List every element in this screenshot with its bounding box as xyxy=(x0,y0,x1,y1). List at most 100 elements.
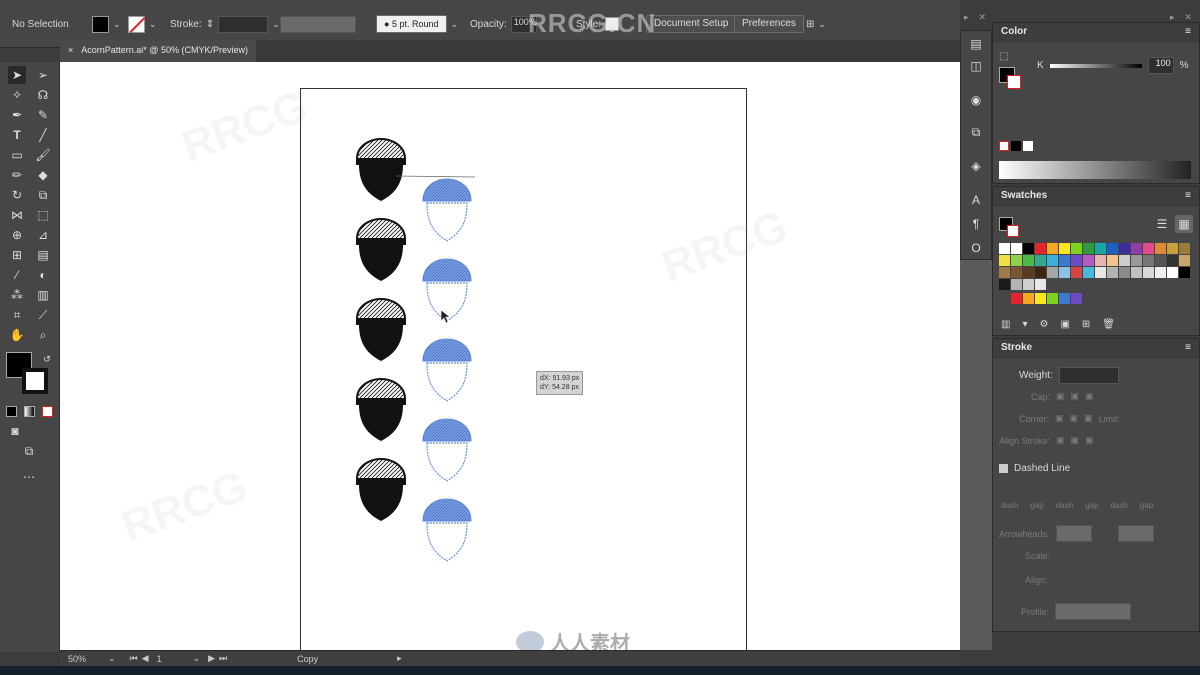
acorn-blue-4[interactable] xyxy=(422,418,472,482)
swatch-chip[interactable] xyxy=(1167,267,1178,278)
magic-wand-tool-icon[interactable]: ✧ xyxy=(8,86,26,104)
chevron-down-icon[interactable]: ⌄ xyxy=(818,19,826,30)
paragraph-panel-icon[interactable]: ¶ xyxy=(967,215,985,233)
artboard-number[interactable]: 1 xyxy=(157,654,193,664)
acorn-blue-5[interactable] xyxy=(422,498,472,562)
hand-tool-icon[interactable]: ✋ xyxy=(8,326,26,344)
close-icon[interactable]: ✕ xyxy=(1185,12,1193,23)
swatch-chip[interactable] xyxy=(1047,293,1058,304)
chevron-down-icon[interactable]: ⌄ xyxy=(272,19,280,30)
stroke-swatch[interactable] xyxy=(128,15,145,33)
swatch-chip[interactable] xyxy=(1035,243,1046,254)
none-mode-icon[interactable] xyxy=(42,406,53,417)
opentype-panel-icon[interactable]: O xyxy=(967,239,985,257)
swatch-chip[interactable] xyxy=(1059,293,1070,304)
swatch-chip[interactable] xyxy=(1059,267,1070,278)
swatch-chip[interactable] xyxy=(1071,267,1082,278)
swatch-chip[interactable] xyxy=(1155,267,1166,278)
swap-colors-icon[interactable]: ↺ xyxy=(38,350,56,368)
variable-width-field[interactable] xyxy=(280,15,356,33)
slice-tool-icon[interactable]: ⟋ xyxy=(34,306,52,324)
swatch-chip[interactable] xyxy=(1071,255,1082,266)
swatch-chip[interactable] xyxy=(1011,267,1022,278)
stroke-label[interactable]: Stroke: xyxy=(170,19,202,30)
swatch-chip[interactable] xyxy=(1131,243,1142,254)
swatch-chip[interactable] xyxy=(1143,267,1154,278)
white-chip[interactable] xyxy=(1023,141,1033,151)
appearance-panel-icon[interactable]: ◉ xyxy=(967,91,985,109)
line-tool-icon[interactable]: ╱ xyxy=(34,126,52,144)
rotate-tool-icon[interactable]: ↻ xyxy=(8,186,26,204)
swatch-chip[interactable] xyxy=(1083,267,1094,278)
pen-tool-icon[interactable]: ✒ xyxy=(8,106,26,124)
status-menu-icon[interactable]: ▸ xyxy=(397,653,402,664)
stroke-color-box[interactable] xyxy=(22,368,48,394)
swatch-chip[interactable] xyxy=(1047,243,1058,254)
brush-definition[interactable]: ● 5 pt. Round xyxy=(376,15,447,33)
mesh-tool-icon[interactable]: ⊞ xyxy=(8,246,26,264)
pencil-tool-icon[interactable]: ✏ xyxy=(8,166,26,184)
grid-view-icon[interactable]: ▦ xyxy=(1175,215,1193,233)
chevron-down-icon[interactable]: ⌄ xyxy=(193,653,201,664)
round-cap-icon[interactable]: ▣ xyxy=(1071,391,1080,402)
align-center-icon[interactable]: ▣ xyxy=(1056,435,1065,446)
swatch-options-icon[interactable]: ⚙ xyxy=(1039,319,1048,330)
opacity-label[interactable]: Opacity: xyxy=(470,19,507,30)
swatch-chip[interactable] xyxy=(1023,255,1034,266)
swatch-chip[interactable] xyxy=(1035,293,1046,304)
swatch-chip[interactable] xyxy=(1131,255,1142,266)
chevron-down-icon[interactable]: ⌄ xyxy=(108,653,116,664)
swatch-chip[interactable] xyxy=(1107,243,1118,254)
draw-mode-icon[interactable]: ◙ xyxy=(6,422,24,440)
swatch-chip[interactable] xyxy=(999,279,1010,290)
eraser-tool-icon[interactable]: ◆ xyxy=(34,166,52,184)
transform-panel-icon[interactable]: ⧉ xyxy=(967,123,985,141)
swatch-chip[interactable] xyxy=(1179,255,1190,266)
perspective-grid-tool-icon[interactable]: ⊿ xyxy=(34,226,52,244)
swatch-chip[interactable] xyxy=(1083,243,1094,254)
swatch-chip[interactable] xyxy=(1023,267,1034,278)
swatch-chip[interactable] xyxy=(1011,255,1022,266)
swatch-chip[interactable] xyxy=(1107,255,1118,266)
expand-icon[interactable]: ▸ xyxy=(1170,12,1175,23)
swatch-libraries-icon[interactable]: ▥ xyxy=(1001,319,1010,330)
document-tab[interactable]: × AcornPattern.ai* @ 50% (CMYK/Preview) xyxy=(60,40,256,62)
swatch-chip[interactable] xyxy=(1011,279,1022,290)
butt-cap-icon[interactable]: ▣ xyxy=(1056,391,1065,402)
swatch-chip[interactable] xyxy=(1011,243,1022,254)
zoom-tool-icon[interactable]: ⌕ xyxy=(34,326,52,344)
artboard-tool-icon[interactable]: ⌗ xyxy=(8,306,26,324)
collapse-icon[interactable]: ▸ xyxy=(964,12,969,23)
acorn-black-4[interactable] xyxy=(355,378,407,442)
swatch-chip[interactable] xyxy=(1071,243,1082,254)
swatch-chip[interactable] xyxy=(1143,243,1154,254)
first-artboard-icon[interactable]: ⏮ xyxy=(130,653,138,664)
acorn-black-3[interactable] xyxy=(355,298,407,362)
blend-tool-icon[interactable]: ◐ xyxy=(34,266,52,284)
acorn-black-1[interactable] xyxy=(355,138,407,202)
scale-tool-icon[interactable]: ⧉ xyxy=(34,186,52,204)
swatch-chip[interactable] xyxy=(1059,255,1070,266)
swatch-chip[interactable] xyxy=(1107,267,1118,278)
lasso-tool-icon[interactable]: ☊ xyxy=(34,86,52,104)
layers-panel-icon[interactable]: ◈ xyxy=(967,157,985,175)
color-stroke-swatch[interactable] xyxy=(1007,75,1021,89)
panel-menu-icon[interactable]: ≡ xyxy=(1185,342,1191,356)
swatch-chip[interactable] xyxy=(1167,255,1178,266)
swatches-stroke-swatch[interactable] xyxy=(1007,225,1019,237)
list-view-icon[interactable]: ☰ xyxy=(1153,215,1171,233)
acorn-blue-2[interactable] xyxy=(422,258,472,322)
next-artboard-icon[interactable]: ▶ xyxy=(208,653,215,664)
swatch-chip[interactable] xyxy=(999,243,1010,254)
width-tool-icon[interactable]: ⋈ xyxy=(8,206,26,224)
free-transform-tool-icon[interactable]: ⬚ xyxy=(34,206,52,224)
swatch-chip[interactable] xyxy=(1119,267,1130,278)
swatch-chip[interactable] xyxy=(1167,243,1178,254)
swatch-chip[interactable] xyxy=(1035,255,1046,266)
rectangle-tool-icon[interactable]: ▭ xyxy=(8,146,26,164)
swatch-chip[interactable] xyxy=(1131,267,1142,278)
chevron-down-icon[interactable]: ⌄ xyxy=(113,19,121,30)
swatch-chip[interactable] xyxy=(1023,293,1034,304)
previous-artboard-icon[interactable]: ◀ xyxy=(142,653,149,664)
stepper-icon[interactable]: ⇕ xyxy=(206,19,214,30)
